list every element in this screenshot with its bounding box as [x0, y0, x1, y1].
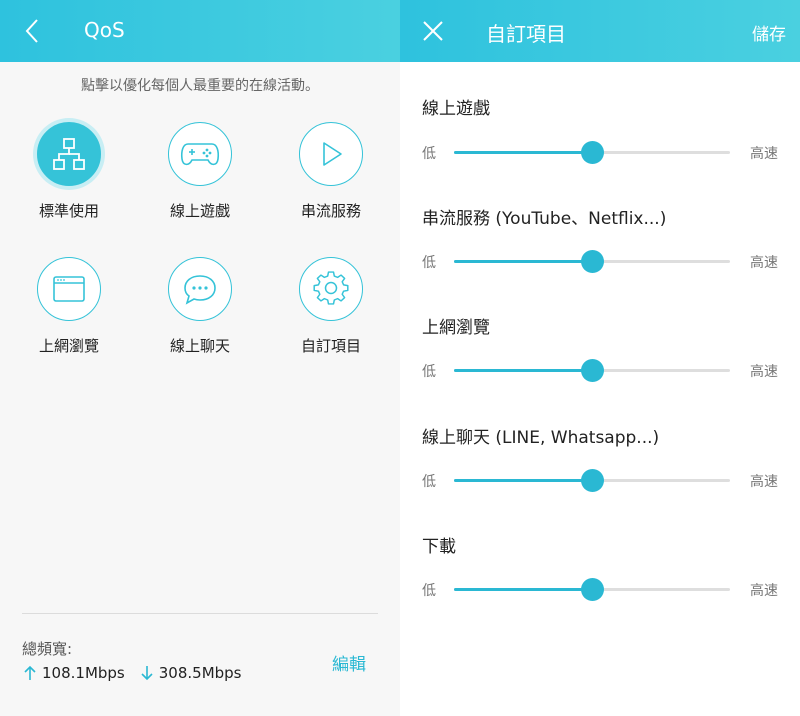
upload-speed: 108.1Mbps: [42, 664, 125, 682]
back-button[interactable]: [16, 14, 50, 48]
slider-high-label: 高速: [750, 146, 778, 162]
priority-slider[interactable]: [454, 469, 730, 492]
mode-browsing-circle: [37, 257, 101, 321]
mode-label: 串流服務: [300, 202, 361, 220]
network-icon: [53, 138, 85, 170]
mode-label: 上網瀏覽: [38, 337, 99, 355]
mode-standard[interactable]: 標準使用: [4, 122, 134, 221]
qos-header: QoS: [0, 0, 400, 62]
custom-header: 自訂項目 儲存: [400, 0, 800, 62]
mode-gaming-circle: [168, 122, 232, 186]
page-title: 自訂項目: [486, 22, 566, 46]
priority-slider[interactable]: [454, 141, 730, 164]
browser-icon: [53, 276, 85, 302]
slider-high-label: 高速: [750, 364, 778, 380]
slider-title: 線上聊天 (LINE, Whatsapp...): [422, 428, 660, 448]
priority-slider[interactable]: [454, 578, 730, 601]
slider-thumb[interactable]: [581, 578, 604, 601]
chat-icon: [184, 275, 216, 305]
edit-button[interactable]: 編輯: [332, 650, 366, 675]
slider-low-label: 低: [422, 474, 436, 490]
divider: [22, 613, 378, 614]
priority-slider[interactable]: [454, 359, 730, 382]
slider-title: 下載: [422, 537, 456, 557]
slider-fill: [454, 260, 592, 263]
slider-fill: [454, 588, 592, 591]
slider-title: 上網瀏覽: [422, 318, 490, 338]
mode-label: 線上遊戲: [169, 202, 230, 220]
download-speed: 308.5Mbps: [158, 664, 242, 682]
slider-high-label: 高速: [750, 474, 778, 490]
slider-thumb[interactable]: [581, 250, 604, 273]
priority-slider[interactable]: [454, 250, 730, 273]
gamepad-icon: [180, 143, 220, 166]
mode-label: 標準使用: [38, 202, 99, 220]
custom-panel: 自訂項目 儲存 線上遊戲 低 高速 串流服務 (YouTube、Netflix.…: [400, 0, 800, 716]
mode-streaming-circle: [299, 122, 363, 186]
arrow-down-icon: [141, 666, 153, 681]
mode-custom[interactable]: 自訂項目: [266, 257, 396, 356]
slider-low-label: 低: [422, 364, 436, 380]
qos-hint: 點擊以優化每個人最重要的在線活動。: [81, 78, 319, 94]
slider-thumb[interactable]: [581, 141, 604, 164]
gear-icon: [313, 271, 349, 305]
slider-fill: [454, 369, 592, 372]
play-icon: [323, 142, 342, 166]
slider-thumb[interactable]: [581, 469, 604, 492]
bandwidth-values: 108.1Mbps 308.5Mbps: [22, 664, 242, 682]
mode-label: 線上聊天: [169, 337, 230, 355]
arrow-up-icon: [24, 665, 36, 680]
slider-low-label: 低: [422, 583, 436, 599]
close-icon: [423, 21, 443, 41]
mode-streaming[interactable]: 串流服務: [266, 122, 396, 221]
mode-custom-circle: [299, 257, 363, 321]
mode-chat-circle: [168, 257, 232, 321]
slider-fill: [454, 151, 592, 154]
page-title: QoS: [84, 18, 125, 42]
chevron-left-icon: [25, 19, 38, 43]
bandwidth-label: 總頻寬:: [22, 640, 73, 658]
mode-browsing[interactable]: 上網瀏覽: [4, 257, 134, 356]
mode-chat[interactable]: 線上聊天: [135, 257, 265, 356]
slider-high-label: 高速: [750, 583, 778, 599]
save-button[interactable]: 儲存: [752, 20, 786, 45]
qos-panel: QoS 點擊以優化每個人最重要的在線活動。 標準使用 線上遊戲 串流服務 上網瀏…: [0, 0, 400, 716]
slider-thumb[interactable]: [581, 359, 604, 382]
slider-low-label: 低: [422, 146, 436, 162]
mode-gaming[interactable]: 線上遊戲: [135, 122, 265, 221]
mode-standard-circle: [37, 122, 101, 186]
close-button[interactable]: [416, 14, 450, 48]
slider-title: 線上遊戲: [422, 99, 490, 119]
mode-label: 自訂項目: [300, 337, 361, 355]
slider-fill: [454, 479, 592, 482]
slider-title: 串流服務 (YouTube、Netflix...): [422, 209, 667, 229]
slider-low-label: 低: [422, 255, 436, 271]
slider-high-label: 高速: [750, 255, 778, 271]
